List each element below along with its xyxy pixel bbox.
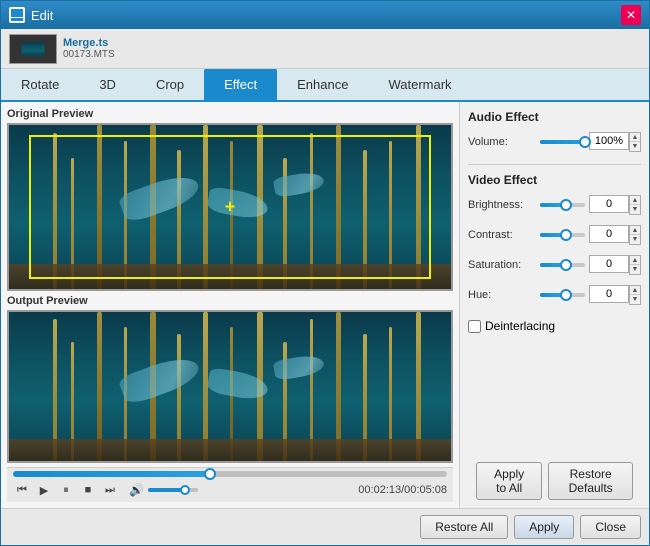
volume-fill [148,488,183,492]
window-icon [9,7,25,23]
edit-window: Edit ✕ Merge.ts 00173.MTS Rotate 3D Crop… [0,0,650,546]
skip-start-button[interactable]: ⏮ [13,481,31,499]
contrast-arrows: ▲ ▼ [629,225,641,245]
apply-restore-row: Apply to All Restore Defaults [468,458,641,500]
brightness-slider-thumb[interactable] [560,199,572,211]
apply-to-all-button[interactable]: Apply to All [476,462,542,500]
crop-crosshair: + [225,196,236,217]
brightness-up[interactable]: ▲ [630,196,640,205]
brightness-arrows: ▲ ▼ [629,195,641,215]
tab-effect[interactable]: Effect [204,69,277,100]
brightness-label: Brightness: [468,199,540,211]
file-bar: Merge.ts 00173.MTS [1,29,649,69]
saturation-slider-track[interactable] [540,263,585,267]
file-info: Merge.ts 00173.MTS [63,37,115,60]
saturation-row: Saturation: 0 ▲ ▼ [468,255,641,275]
contrast-up[interactable]: ▲ [630,226,640,235]
title-bar: Edit ✕ [1,1,649,29]
output-preview-label: Output Preview [7,295,453,307]
window-title: Edit [31,8,621,23]
saturation-label: Saturation: [468,259,540,271]
volume-value[interactable]: 100% [589,132,629,150]
deinterlacing-row: Deinterlacing [468,319,641,333]
pause-button[interactable]: ⏸ [57,481,75,499]
contrast-spinbox: 0 ▲ ▼ [589,225,641,245]
volume-spinbox: 100% ▲ ▼ [589,132,641,152]
brightness-slider-track[interactable] [540,203,585,207]
hue-slider-track[interactable] [540,293,585,297]
controls-row: ⏮ ▶ ⏸ ■ ⏭ 🔊 00:02:13/00:05:08 [13,481,447,499]
left-panel: Original Preview [1,102,459,508]
volume-slider-track[interactable] [540,140,585,144]
contrast-label: Contrast: [468,229,540,241]
progress-fill [13,471,208,477]
file-sub: 00173.MTS [63,49,115,60]
brightness-value[interactable]: 0 [589,195,629,213]
output-preview [7,310,453,463]
contrast-slider-track[interactable] [540,233,585,237]
hue-value[interactable]: 0 [589,285,629,303]
main-content: Original Preview [1,102,649,508]
tab-enhance[interactable]: Enhance [277,69,368,100]
contrast-value[interactable]: 0 [589,225,629,243]
saturation-spinbox: 0 ▲ ▼ [589,255,641,275]
hue-row: Hue: 0 ▲ ▼ [468,285,641,305]
saturation-arrows: ▲ ▼ [629,255,641,275]
volume-track[interactable] [148,488,198,492]
audio-effect-title: Audio Effect [468,110,641,124]
video-effect-title: Video Effect [468,173,641,187]
volume-arrows: ▲ ▼ [629,132,641,152]
hue-arrows: ▲ ▼ [629,285,641,305]
volume-label: Volume: [468,136,540,148]
contrast-slider-thumb[interactable] [560,229,572,241]
saturation-slider-thumb[interactable] [560,259,572,271]
deinterlacing-label: Deinterlacing [485,319,555,333]
divider-audio-video [468,164,641,165]
brightness-spinbox: 0 ▲ ▼ [589,195,641,215]
hue-down[interactable]: ▼ [630,295,640,304]
volume-thumb[interactable] [180,485,190,495]
progress-track[interactable] [13,471,447,477]
contrast-down[interactable]: ▼ [630,235,640,244]
restore-defaults-button[interactable]: Restore Defaults [548,462,633,500]
progress-thumb[interactable] [204,468,216,480]
hue-spinbox: 0 ▲ ▼ [589,285,641,305]
original-preview: + [7,123,453,291]
volume-down[interactable]: ▼ [630,142,640,151]
tab-watermark[interactable]: Watermark [368,69,471,100]
deinterlacing-checkbox[interactable] [468,320,481,333]
saturation-value[interactable]: 0 [589,255,629,273]
file-thumbnail [9,34,57,64]
file-name: Merge.ts [63,37,115,49]
play-button[interactable]: ▶ [35,481,53,499]
right-panel: Audio Effect Volume: 100% ▲ ▼ Video Effe… [459,102,649,508]
apply-button[interactable]: Apply [514,515,574,539]
bottom-buttons: Restore All Apply Close [1,508,649,545]
contrast-row: Contrast: 0 ▲ ▼ [468,225,641,245]
brightness-row: Brightness: 0 ▲ ▼ [468,195,641,215]
close-dialog-button[interactable]: Close [580,515,641,539]
hue-up[interactable]: ▲ [630,286,640,295]
brightness-down[interactable]: ▼ [630,205,640,214]
volume-icon: 🔊 [129,483,144,497]
skip-end-button[interactable]: ⏭ [101,481,119,499]
tab-bar: Rotate 3D Crop Effect Enhance Watermark [1,69,649,102]
volume-up[interactable]: ▲ [630,133,640,142]
tab-3d[interactable]: 3D [79,69,136,100]
restore-all-button[interactable]: Restore All [420,515,508,539]
time-display: 00:02:13/00:05:08 [358,484,447,496]
volume-row: 🔊 [129,483,198,497]
saturation-down[interactable]: ▼ [630,265,640,274]
playback-bar: ⏮ ▶ ⏸ ■ ⏭ 🔊 00:02:13/00:05:08 [7,467,453,502]
tab-crop[interactable]: Crop [136,69,204,100]
hue-slider-thumb[interactable] [560,289,572,301]
hue-label: Hue: [468,289,540,301]
original-preview-label: Original Preview [7,108,453,120]
stop-button[interactable]: ■ [79,481,97,499]
tab-rotate[interactable]: Rotate [1,69,79,100]
close-button[interactable]: ✕ [621,5,641,25]
saturation-up[interactable]: ▲ [630,256,640,265]
volume-slider-thumb[interactable] [579,136,591,148]
volume-row-effect: Volume: 100% ▲ ▼ [468,132,641,152]
